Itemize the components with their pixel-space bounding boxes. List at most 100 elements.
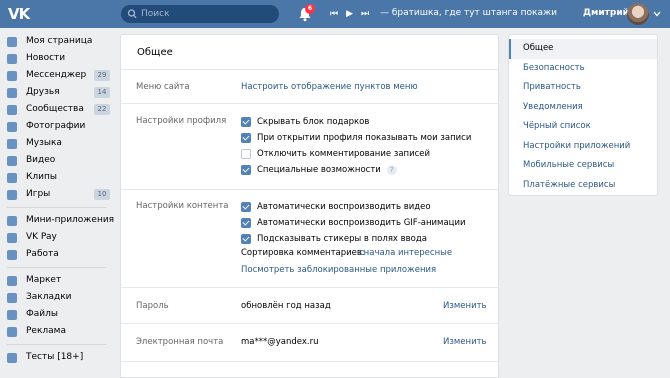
sidebar-item-files[interactable]: Файлы <box>0 306 112 323</box>
market-icon <box>7 276 17 286</box>
page-title: Общее <box>137 47 173 58</box>
previous-track-icon[interactable]: ⏮ <box>330 8 338 20</box>
divider <box>121 103 498 104</box>
settings-tab-blacklist[interactable]: Чёрный список <box>509 117 657 137</box>
disable-comments-checkbox[interactable]: Отключить комментирование записей <box>241 148 430 160</box>
sidebar-item-market[interactable]: Маркет <box>0 272 112 289</box>
accessibility-checkbox[interactable]: Специальные возможности? <box>241 164 397 176</box>
notification-count-badge: 6 <box>305 4 315 14</box>
sidebar-item-tests[interactable]: Тесты [18+] <box>0 349 112 366</box>
news-icon <box>7 54 17 64</box>
checkbox-unchecked[interactable] <box>241 149 251 159</box>
blocked-apps-link[interactable]: Посмотреть заблокированные приложения <box>241 265 436 275</box>
sidebar-item-messenger[interactable]: Мессенджер 29 <box>0 67 112 84</box>
left-sidebar: Моя страница Новости Мессенджер 29 Друзья… <box>0 33 115 366</box>
email-value: ma***@yandex.ru <box>241 337 319 347</box>
site-menu-label: Меню сайта <box>136 82 190 92</box>
sidebar-item-label: Сообщества <box>26 104 84 114</box>
checkbox-checked[interactable] <box>241 202 251 212</box>
show-my-posts-checkbox[interactable]: При открытии профиля показывать мои запи… <box>241 132 471 144</box>
sidebar-item-label: VK Pay <box>26 232 57 242</box>
sidebar-item-ads[interactable]: Реклама <box>0 323 112 340</box>
checkbox-checked[interactable] <box>241 117 251 127</box>
settings-tab-general[interactable]: Общее <box>509 39 657 59</box>
profile-settings-label: Настройки профиля <box>136 116 227 126</box>
groups-icon <box>7 105 17 115</box>
sidebar-item-friends[interactable]: Друзья 14 <box>0 84 112 101</box>
sidebar-item-music[interactable]: Музыка <box>0 135 112 152</box>
content-settings-label: Настройки контента <box>136 201 229 211</box>
settings-tab-mobile-services[interactable]: Мобильные сервисы <box>509 156 657 176</box>
user-icon <box>7 37 17 47</box>
divider <box>121 323 498 324</box>
sidebar-item-label: Видео <box>26 155 56 165</box>
tests-icon <box>7 353 17 363</box>
sidebar-item-my-page[interactable]: Моя страница <box>0 33 112 50</box>
checkbox-label: Скрывать блок подарков <box>257 117 370 127</box>
sidebar-item-vk-pay[interactable]: VK Pay <box>0 229 112 246</box>
sidebar-item-label: Маркет <box>26 275 62 285</box>
checkbox-checked[interactable] <box>241 234 251 244</box>
checkbox-checked[interactable] <box>241 133 251 143</box>
password-status: обновлён год назад <box>241 301 331 311</box>
checkbox-checked[interactable] <box>241 165 251 175</box>
comment-sort-dropdown[interactable]: сначала интересные <box>359 248 452 258</box>
hide-gifts-checkbox[interactable]: Скрывать блок подарков <box>241 116 369 128</box>
unread-count-badge: 29 <box>94 70 110 81</box>
autoplay-video-checkbox[interactable]: Автоматически воспроизводить видео <box>241 201 431 213</box>
settings-tab-security[interactable]: Безопасность <box>509 59 657 79</box>
sticker-hints-checkbox[interactable]: Подсказывать стикеры в полях ввода <box>241 233 427 245</box>
camera-icon <box>7 122 17 132</box>
configure-menu-link[interactable]: Настроить отображение пунктов меню <box>241 82 418 92</box>
sidebar-item-bookmarks[interactable]: Закладки <box>0 289 112 306</box>
sidebar-item-news[interactable]: Новости <box>0 50 112 67</box>
briefcase-icon <box>7 250 17 260</box>
sidebar-item-label: Реклама <box>26 326 66 336</box>
search-input[interactable] <box>141 7 271 21</box>
sidebar-item-photos[interactable]: Фотографии <box>0 118 112 135</box>
vk-logo[interactable]: VK <box>8 5 32 23</box>
sidebar-item-label: Моя страница <box>26 36 93 46</box>
clips-icon <box>7 173 17 183</box>
games-count-badge: 10 <box>94 189 110 200</box>
sidebar-item-label: Мини-приложения <box>26 215 115 225</box>
star-icon <box>7 293 17 303</box>
sidebar-item-label: Закладки <box>26 292 72 302</box>
sidebar-item-label: Друзья <box>26 87 60 97</box>
help-icon[interactable]: ? <box>386 165 397 175</box>
sidebar-item-games[interactable]: Игры 10 <box>0 186 112 203</box>
chevron-down-icon[interactable] <box>653 11 661 17</box>
settings-tab-app-settings[interactable]: Настройки приложений <box>509 137 657 157</box>
sidebar-item-label: Фотографии <box>26 121 86 131</box>
checkbox-checked[interactable] <box>241 218 251 228</box>
sidebar-item-video[interactable]: Видео <box>0 152 112 169</box>
sidebar-item-communities[interactable]: Сообщества 22 <box>0 101 112 118</box>
settings-tab-payment-services[interactable]: Платёжные сервисы <box>509 176 657 196</box>
user-name[interactable]: Дмитрий <box>583 8 629 18</box>
checkbox-label: При открытии профиля показывать мои запи… <box>257 133 472 143</box>
play-icon[interactable]: ▶ <box>346 8 353 20</box>
autoplay-gif-checkbox[interactable]: Автоматически воспроизводить GIF-анимаци… <box>241 217 466 229</box>
next-track-icon[interactable]: ⏭ <box>361 8 369 20</box>
settings-menu: Общее Безопасность Приватность Уведомлен… <box>508 34 658 196</box>
sidebar-item-label: Тесты [18+] <box>26 352 84 362</box>
avatar[interactable] <box>627 3 649 25</box>
checkbox-label: Автоматически воспроизводить GIF-анимаци… <box>257 218 466 228</box>
sidebar-item-jobs[interactable]: Работа <box>0 246 112 263</box>
change-password-link[interactable]: Изменить <box>443 301 487 311</box>
settings-tab-notifications[interactable]: Уведомления <box>509 98 657 118</box>
sidebar-divider <box>7 344 107 345</box>
sidebar-item-clips[interactable]: Клипы <box>0 169 112 186</box>
checkbox-label: Автоматически воспроизводить видео <box>257 202 431 212</box>
checkbox-label: Отключить комментирование записей <box>257 149 431 159</box>
sidebar-item-mini-apps[interactable]: Мини-приложения <box>0 212 115 229</box>
divider <box>121 189 498 190</box>
divider <box>121 287 498 288</box>
change-email-link[interactable]: Изменить <box>443 337 487 347</box>
sidebar-item-label: Музыка <box>26 138 62 148</box>
checkbox-label: Подсказывать стикеры в полях ввода <box>257 234 427 244</box>
settings-tab-privacy[interactable]: Приватность <box>509 78 657 98</box>
current-track-title[interactable]: — братишка, где тут штанга покажи <box>380 8 557 18</box>
divider <box>121 361 498 362</box>
search-box[interactable] <box>121 5 279 23</box>
